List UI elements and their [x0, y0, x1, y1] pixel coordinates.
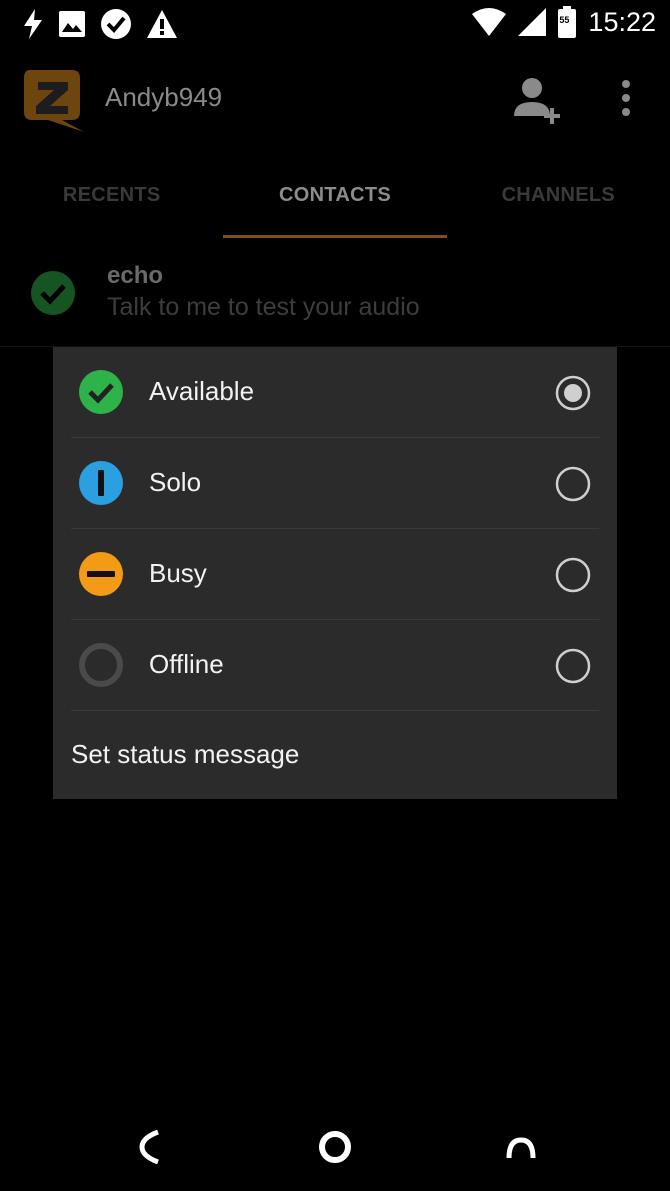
notification-icons: [22, 8, 178, 40]
status-option-offline[interactable]: Offline: [53, 620, 617, 711]
image-icon: [59, 11, 85, 37]
status-option-label: Solo: [149, 467, 202, 497]
navigation-bar: [0, 1100, 670, 1191]
system-icons: 55 15:22: [472, 6, 656, 38]
tab-recents[interactable]: RECENTS: [0, 166, 223, 238]
flash-icon: [24, 9, 42, 39]
busy-icon: [79, 552, 123, 596]
radio-button[interactable]: [555, 648, 591, 684]
signal-icon: [518, 8, 547, 36]
available-status-icon: [31, 271, 75, 315]
app-bar: Andyb949 RECENTS CONTACTS CHANNELS: [0, 46, 670, 238]
add-contact-icon[interactable]: [512, 76, 562, 124]
back-icon[interactable]: [136, 1130, 166, 1164]
tab-bar: RECENTS CONTACTS CHANNELS: [0, 166, 670, 238]
status-option-solo[interactable]: Solo: [53, 438, 617, 529]
status-menu: Available Solo Busy Offline Set status m…: [53, 347, 617, 799]
status-option-label: Available: [149, 376, 255, 406]
contact-name: echo: [107, 262, 164, 289]
status-option-busy[interactable]: Busy: [53, 529, 617, 620]
battery-icon: 55: [558, 6, 577, 38]
set-status-message-button[interactable]: Set status message: [71, 739, 299, 770]
status-option-available[interactable]: Available: [53, 347, 617, 438]
wifi-icon: [472, 8, 507, 36]
contact-subtitle: Talk to me to test your audio: [107, 293, 420, 321]
divider: [71, 710, 599, 711]
battery-level: 55: [559, 15, 570, 25]
recents-icon[interactable]: [504, 1132, 538, 1162]
solo-icon: [79, 461, 123, 505]
status-bar: 55 15:22: [0, 0, 670, 46]
radio-button-selected[interactable]: [555, 375, 591, 411]
contact-row[interactable]: echo Talk to me to test your audio: [0, 238, 670, 347]
radio-button[interactable]: [555, 557, 591, 593]
status-option-label: Offline: [149, 649, 224, 679]
more-options-icon[interactable]: [616, 78, 636, 118]
clock: 15:22: [588, 6, 656, 37]
offline-icon: [79, 643, 123, 687]
home-icon[interactable]: [318, 1130, 352, 1164]
check-circle-icon: [101, 9, 131, 39]
app-logo: [24, 70, 84, 132]
tab-channels[interactable]: CHANNELS: [447, 166, 670, 238]
radio-button[interactable]: [555, 466, 591, 502]
username: Andyb949: [105, 82, 223, 112]
available-icon: [79, 370, 123, 414]
warning-icon: [147, 10, 177, 38]
status-option-label: Busy: [149, 558, 207, 588]
tab-contacts[interactable]: CONTACTS: [223, 166, 447, 238]
